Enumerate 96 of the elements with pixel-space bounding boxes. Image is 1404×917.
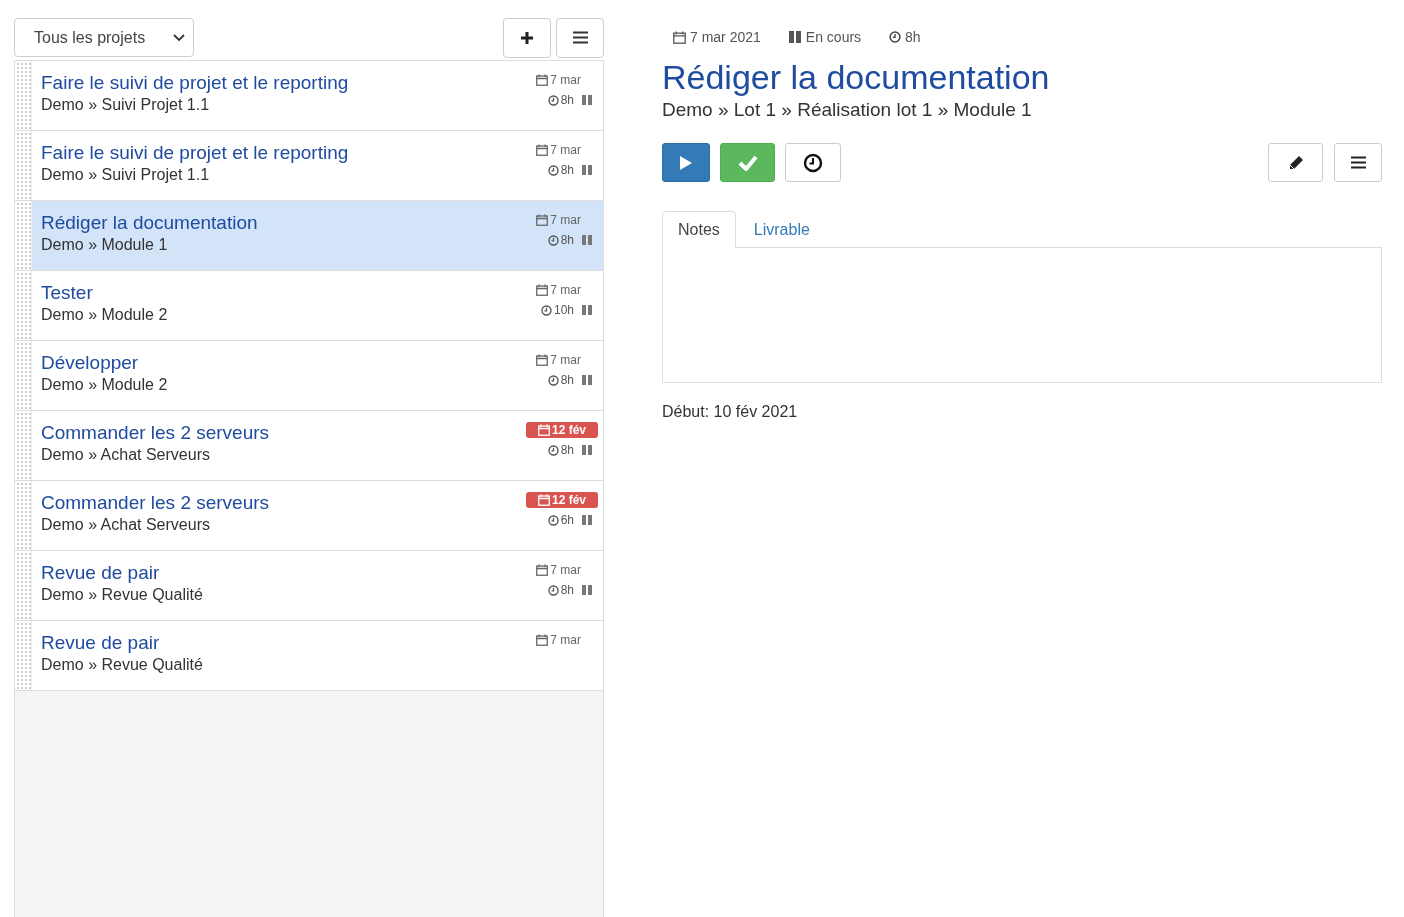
- task-heading: Rédiger la documentation: [662, 57, 1051, 97]
- tab[interactable]: Livrable: [737, 211, 826, 248]
- drag-handle[interactable]: [15, 411, 32, 480]
- drag-handle[interactable]: [15, 481, 32, 550]
- calendar-icon: [536, 634, 549, 646]
- more-button[interactable]: [1334, 143, 1382, 182]
- hours-estimate: 6h: [547, 513, 574, 527]
- drag-handle[interactable]: [15, 621, 32, 690]
- hours-estimate: 8h: [547, 93, 574, 107]
- edit-button[interactable]: [1268, 143, 1323, 182]
- task-title: Commander les 2 serveurs: [41, 491, 271, 514]
- task-title: Tester: [41, 281, 94, 304]
- hours-estimate: 8h: [547, 583, 574, 597]
- task-title: Revue de pair: [41, 561, 161, 584]
- task-row[interactable]: Développer Demo » Module 2 7 mar 8h: [15, 341, 603, 411]
- drag-handle[interactable]: [15, 271, 32, 340]
- task-row[interactable]: Tester Demo » Module 2 7 mar 10h: [15, 271, 603, 341]
- task-hours: 8h: [889, 29, 921, 45]
- clock-icon: [547, 94, 559, 106]
- start-button[interactable]: [662, 143, 710, 182]
- task-row[interactable]: Faire le suivi de projet et le reporting Demo » Suivi Projet 1.1 7 mar 8h: [15, 131, 603, 201]
- pause-icon: [788, 31, 802, 43]
- task-title: Faire le suivi de projet et le reporting: [41, 141, 350, 164]
- task-path: Demo » Suivi Projet 1.1: [41, 165, 211, 185]
- task-title: Faire le suivi de projet et le reporting: [41, 71, 350, 94]
- clock-icon: [889, 31, 902, 43]
- calendar-icon: [536, 284, 549, 296]
- clock-icon: [803, 152, 823, 173]
- task-status: En cours: [788, 29, 862, 45]
- add-button[interactable]: [503, 17, 551, 58]
- due-date: 12 fév: [525, 492, 598, 508]
- clock-icon: [547, 584, 559, 596]
- clock-icon: [547, 514, 559, 526]
- clock-icon: [547, 374, 559, 386]
- task-row[interactable]: Faire le suivi de projet et le reporting Demo » Suivi Projet 1.1 7 mar 8h: [15, 61, 603, 131]
- start-date: Début: 10 fév 2021: [662, 403, 799, 421]
- due-date: 7 mar: [532, 72, 585, 88]
- hours-estimate: 8h: [547, 163, 574, 177]
- due-date: 12 fév: [525, 422, 598, 438]
- calendar-icon: [673, 30, 686, 44]
- timer-button[interactable]: [785, 143, 841, 182]
- calendar-icon: [536, 564, 549, 576]
- due-date: 7 mar: [532, 352, 585, 368]
- complete-button[interactable]: [720, 143, 775, 182]
- task-title: Développer: [41, 351, 140, 374]
- task-path: Demo » Suivi Projet 1.1: [41, 95, 211, 115]
- menu-icon: [1350, 156, 1366, 169]
- menu-button[interactable]: [556, 17, 604, 58]
- calendar-icon: [536, 74, 549, 86]
- due-date: 7 mar: [532, 632, 585, 648]
- hours-estimate: 8h: [547, 373, 574, 387]
- hours-estimate: 8h: [547, 233, 574, 247]
- task-path: Demo » Module 1: [41, 235, 169, 255]
- calendar-icon: [537, 494, 550, 506]
- task-row[interactable]: Commander les 2 serveurs Demo » Achat Serveurs 12 fév 8h: [15, 411, 603, 481]
- due-date: 7 mar: [532, 142, 585, 158]
- hours-estimate: 8h: [547, 443, 574, 457]
- clock-icon: [540, 304, 552, 316]
- due-date: 7 mar: [532, 282, 585, 298]
- chevron-down-icon: [173, 33, 185, 42]
- clock-icon: [547, 444, 559, 456]
- calendar-icon: [536, 144, 549, 156]
- task-title: Commander les 2 serveurs: [41, 421, 271, 444]
- clock-icon: [547, 234, 559, 246]
- task-row[interactable]: Revue de pair Demo » Revue Qualité 7 mar: [15, 621, 603, 691]
- task-row[interactable]: Revue de pair Demo » Revue Qualité 7 mar 8h: [15, 551, 603, 621]
- play-icon: [679, 154, 693, 171]
- calendar-icon: [537, 424, 550, 436]
- task-path: Demo » Achat Serveurs: [41, 445, 211, 465]
- task-path: Demo » Module 2: [41, 305, 169, 325]
- task-title: Revue de pair: [41, 631, 161, 654]
- task-row[interactable]: Rédiger la documentation Demo » Module 1 7 mar 8h: [15, 201, 603, 271]
- task-path: Demo » Achat Serveurs: [41, 515, 211, 535]
- drag-handle[interactable]: [15, 201, 32, 270]
- due-date: 7 mar: [532, 562, 585, 578]
- checkmark-icon: [737, 154, 758, 171]
- drag-handle[interactable]: [15, 551, 32, 620]
- clock-icon: [547, 164, 559, 176]
- drag-handle[interactable]: [15, 131, 32, 200]
- calendar-icon: [536, 354, 549, 366]
- drag-handle[interactable]: [15, 341, 32, 410]
- task-path: Demo » Revue Qualité: [41, 585, 204, 605]
- task-breadcrumb: Demo » Lot 1 » Réalisation lot 1 » Module 1: [662, 98, 1033, 122]
- tab[interactable]: Notes: [662, 211, 736, 248]
- calendar-icon: [536, 214, 549, 226]
- hours-estimate: 10h: [540, 303, 574, 317]
- menu-icon: [572, 31, 588, 44]
- task-path: Demo » Revue Qualité: [41, 655, 204, 675]
- task-title: Rédiger la documentation: [41, 211, 259, 234]
- project-dropdown[interactable]: Tous les projets: [14, 18, 194, 57]
- plus-icon: [520, 30, 534, 45]
- task-date: 7 mar 2021: [673, 29, 761, 45]
- drag-handle[interactable]: [15, 61, 32, 130]
- task-row[interactable]: Commander les 2 serveurs Demo » Achat Serveurs 12 fév 6h: [15, 481, 603, 551]
- due-date: 7 mar: [532, 212, 585, 228]
- task-path: Demo » Module 2: [41, 375, 169, 395]
